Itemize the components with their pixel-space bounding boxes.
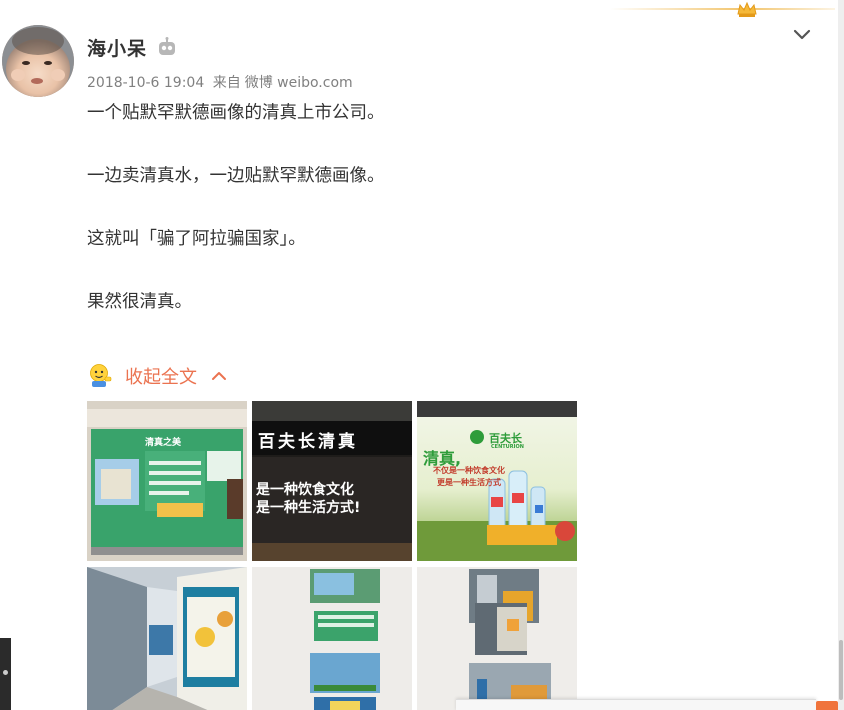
robot-badge-icon — [159, 37, 175, 55]
image-4-graphic — [87, 567, 247, 710]
post-image-4[interactable] — [87, 567, 247, 710]
post-body: 一个贴默罕默德画像的清真上市公司。 一边卖清真水，一边贴默罕默德画像。 这就叫「… — [87, 100, 787, 352]
image-2-caption-line1: 是一种饮食文化 — [256, 482, 354, 498]
post-image-2[interactable]: 百夫长清真 是一种饮食文化 是一种生活方式! — [252, 401, 412, 561]
post-image-5[interactable] — [252, 567, 412, 710]
image-3-brand-en: CENTURION — [491, 444, 524, 450]
crown-icon — [737, 1, 757, 17]
emoji-icon — [90, 364, 112, 387]
post-timestamp[interactable]: 2018-10-6 19:04 — [87, 75, 204, 91]
post-paragraph: 果然很清真。 — [87, 292, 192, 312]
crown-decoration-line — [610, 8, 835, 10]
image-3-caption-line2: 更是一种生活方式 — [437, 478, 501, 487]
scrollbar[interactable] — [838, 0, 844, 710]
username[interactable]: 海小呆 — [87, 34, 147, 61]
avatar[interactable] — [2, 25, 74, 97]
bottom-floating-panel — [456, 699, 816, 710]
toolbar-dot-icon — [3, 670, 8, 675]
collapse-full-text-button[interactable]: 收起全文 — [87, 362, 227, 390]
post-source-prefix: 来自 — [212, 75, 241, 91]
post-image-1[interactable]: 清真之美 — [87, 401, 247, 561]
image-5-graphic — [252, 567, 412, 710]
image-1-graphic — [87, 401, 247, 561]
post-paragraph: 这就叫「骗了阿拉骗国家」。 — [87, 229, 306, 249]
collapse-label: 收起全文 — [125, 367, 197, 388]
image-2-caption-line2: 是一种生活方式! — [256, 500, 361, 516]
scrollbar-thumb[interactable] — [839, 640, 843, 700]
chevron-up-icon — [212, 372, 226, 380]
post-image-6[interactable] — [417, 567, 577, 710]
post-source[interactable]: 微博 weibo.com — [245, 75, 353, 91]
image-1-caption: 清真之美 — [145, 438, 182, 448]
post-meta: 2018-10-6 19:04 来自 微博 weibo.com — [87, 72, 357, 92]
image-6-graphic — [417, 567, 577, 710]
bottom-action-button[interactable] — [816, 701, 838, 710]
post-paragraph: 一个贴默罕默德画像的清真上市公司。 — [87, 103, 385, 123]
weibo-post-page: 海小呆 2018-10-6 19:04 来自 微博 weibo.com 一个贴默罕… — [0, 0, 844, 710]
image-2-caption-top: 百夫长清真 — [258, 432, 358, 452]
left-side-toolbar[interactable] — [0, 638, 11, 710]
chevron-down-icon[interactable] — [792, 27, 812, 41]
post-paragraph: 一边卖清真水，一边贴默罕默德画像。 — [87, 166, 385, 186]
avatar-image — [2, 25, 74, 97]
post-image-3[interactable]: 百夫长 CENTURION 清真, 不仅是一种饮食文化 更是一种生活方式 — [417, 401, 577, 561]
image-3-caption-line1: 不仅是一种饮食文化 — [433, 466, 505, 475]
